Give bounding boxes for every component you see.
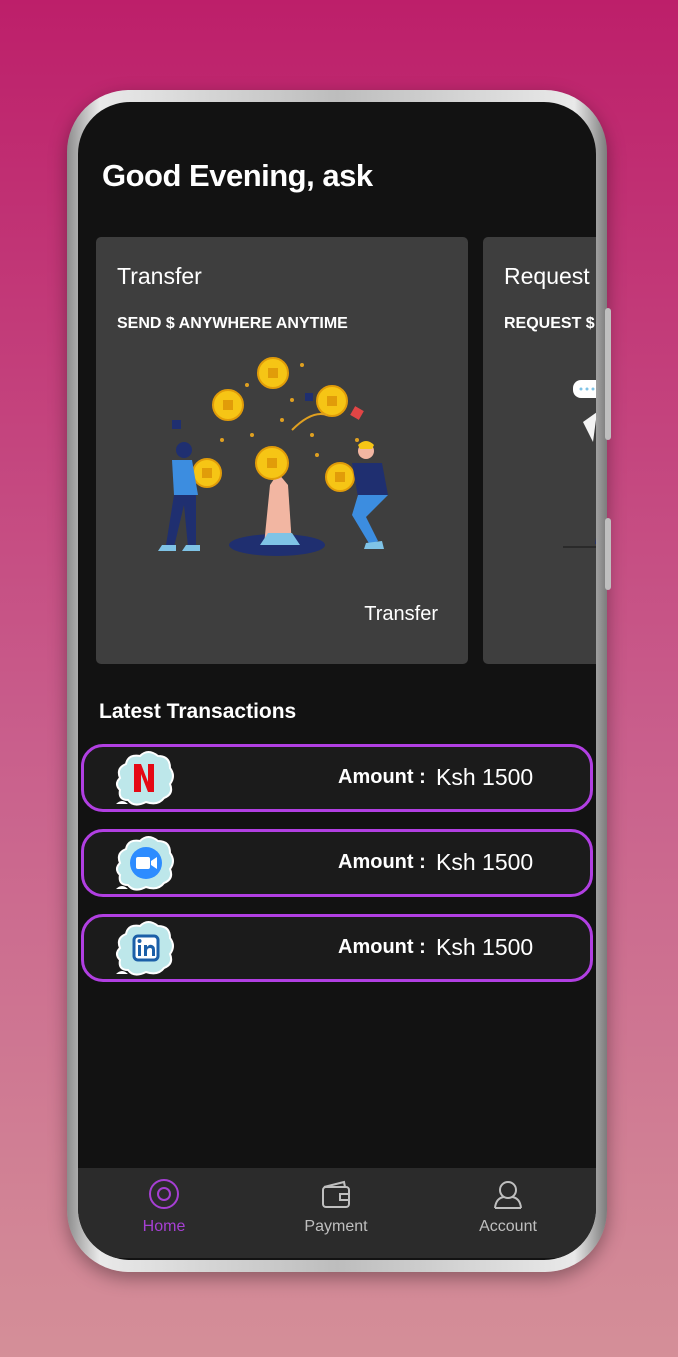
nav-account-label: Account	[479, 1218, 537, 1235]
amount-label: Amount :	[338, 851, 426, 873]
account-icon	[494, 1181, 522, 1209]
amount-value: Ksh 1500	[436, 849, 534, 875]
latest-transactions-title: Latest Transactions	[99, 700, 297, 723]
nav-home-label: Home	[142, 1218, 186, 1235]
request-illustration	[563, 380, 596, 548]
request-card-title: Request	[504, 263, 590, 289]
request-card-subtitle: REQUEST $	[504, 315, 595, 332]
volume-button	[605, 308, 611, 440]
transfer-action-link[interactable]: Transfer	[364, 603, 438, 626]
phone-frame: Good Evening, ask Transfer SEND $ ANYWHE…	[67, 90, 611, 1272]
nav-payment-label: Payment	[304, 1218, 368, 1235]
app-screen: Good Evening, ask Transfer SEND $ ANYWHE…	[78, 102, 596, 1260]
bottom-navigation: Home Payment Account	[78, 1168, 596, 1258]
amount-label: Amount :	[338, 936, 426, 958]
wallet-icon	[322, 1180, 350, 1208]
nav-account[interactable]: Account	[438, 1168, 578, 1258]
power-button	[605, 518, 611, 590]
transfer-card-subtitle: SEND $ ANYWHERE ANYTIME	[117, 315, 348, 332]
linkedin-icon	[116, 921, 174, 976]
transaction-row[interactable]: Amount : Ksh 1500	[81, 914, 593, 982]
zoom-icon	[116, 836, 174, 891]
nav-home[interactable]: Home	[94, 1168, 234, 1258]
netflix-icon	[116, 751, 174, 806]
transfer-card-title: Transfer	[117, 263, 202, 289]
money-transfer-illustration	[158, 357, 388, 556]
request-card[interactable]: Request REQUEST $	[483, 237, 596, 664]
nav-payment[interactable]: Payment	[266, 1168, 406, 1258]
amount-value: Ksh 1500	[436, 934, 534, 960]
greeting-text: Good Evening, ask	[102, 158, 373, 193]
transaction-row[interactable]: Amount : Ksh 1500	[81, 744, 593, 812]
transaction-row[interactable]: Amount : Ksh 1500	[81, 829, 593, 897]
transfer-card[interactable]: Transfer SEND $ ANYWHERE ANYTIME Transfe…	[96, 237, 468, 664]
home-icon	[149, 1179, 179, 1209]
amount-value: Ksh 1500	[436, 764, 534, 790]
amount-label: Amount :	[338, 766, 426, 788]
